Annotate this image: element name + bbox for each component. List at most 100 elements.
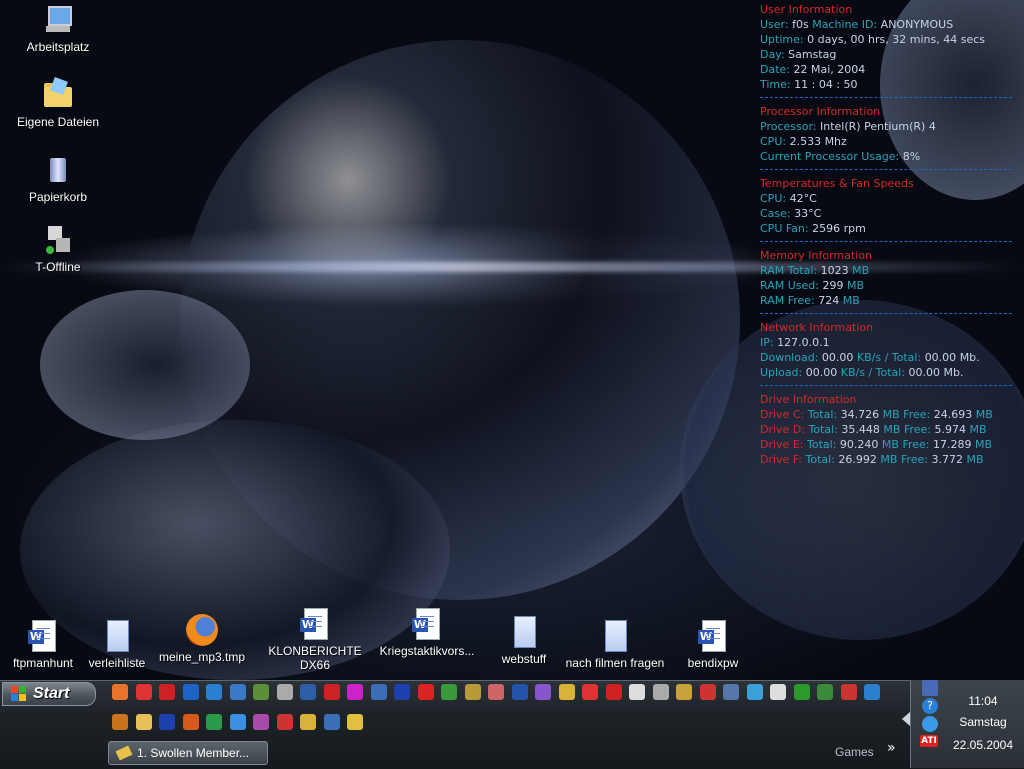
quick-launch-icon[interactable] [840,684,857,700]
quick-launch-icon[interactable] [699,684,716,700]
quick-launch-icon[interactable] [300,684,316,700]
quick-launch-icon[interactable] [417,684,434,700]
quick-launch-icon[interactable] [723,684,739,700]
ati-tray-icon[interactable]: ATI [920,735,938,747]
value: 22 Mai, 2004 [793,63,866,76]
label: Free: [902,438,930,451]
clock-time[interactable]: 11:04 [944,694,1022,708]
monitor-row-drive: Drive E: Total: 90.240 MB Free: 17.289 M… [760,437,1012,452]
quick-launch-icon[interactable] [535,684,551,700]
clock-day[interactable]: Samstag [944,715,1022,729]
quick-launch-icon[interactable] [182,714,199,730]
section-title-drives: Drive Information [760,393,857,406]
desktop-icon-papierkorb[interactable]: Papierkorb [8,154,108,204]
toolbar-games-label[interactable]: Games [835,745,874,759]
quick-launch-icon[interactable] [112,714,128,730]
desktop-icon-kriegstaktik[interactable]: W Kriegstaktikvors... [377,608,477,658]
quick-launch-icon[interactable] [464,684,481,700]
value: 24.693 [933,408,973,421]
toolbar-chevron[interactable]: » [887,740,896,756]
unit: MB [846,279,864,292]
desktop-icon-label: Kriegstaktikvors... [379,644,475,658]
quick-launch-icon[interactable] [582,684,598,700]
monitor-row-uptime: Uptime: 0 days, 00 hrs, 32 mins, 44 secs [760,32,1012,47]
quick-launch-icon[interactable] [253,684,269,700]
quick-launch-icon[interactable] [370,684,387,700]
label: Time: [760,78,791,91]
desktop-icon-label: bendixpw [687,656,739,670]
quick-launch-icon[interactable] [323,684,340,700]
quick-launch-icon[interactable] [441,684,457,700]
desktop-icon-klonberichte[interactable]: W KLONBERICHTE DX66 [265,608,365,672]
quick-launch-icon[interactable] [770,684,786,700]
desktop-icon-bendixpw[interactable]: W bendixpw [663,620,763,670]
desktop-icon-eigene-dateien[interactable]: Eigene Dateien [8,77,108,129]
desktop-icon-nach-filmen-fragen[interactable]: nach filmen fragen [565,620,665,670]
quick-launch-icon[interactable] [135,714,152,730]
label: CPU: [760,192,787,205]
quick-launch-icon[interactable] [864,684,880,700]
value: 5.974 [934,423,967,436]
desktop-icon-arbeitsplatz[interactable]: Arbeitsplatz [8,4,108,54]
quick-launch-icon[interactable] [229,714,246,730]
tray-expand-arrow-icon[interactable] [902,712,910,726]
quick-launch-icon[interactable] [182,684,199,700]
quick-launch-icon[interactable] [206,684,222,700]
quick-launch-icon[interactable] [488,684,504,700]
wallpaper-bubble [40,290,250,440]
unit: MB [852,264,870,277]
drive-name: Drive D: [760,423,805,436]
quick-launch-icon[interactable] [605,684,622,700]
clock-date[interactable]: 22.05.2004 [944,738,1022,752]
quick-launch-icon[interactable] [135,684,152,700]
quick-launch-icon[interactable] [347,684,363,700]
quick-launch-icon[interactable] [511,684,528,700]
internet-tray-icon[interactable] [922,716,938,732]
quick-launch-icon[interactable] [793,684,810,700]
monitor-row-usage: Current Processor Usage: 8% [760,149,1012,164]
help-tray-icon[interactable]: ? [922,698,938,714]
quick-launch-icon[interactable] [676,684,692,700]
quick-launch-icon[interactable] [323,714,340,730]
quick-launch-icon[interactable] [652,684,669,700]
quick-launch-icon[interactable] [112,684,128,700]
quick-launch-icon[interactable] [629,684,645,700]
quick-launch-icon[interactable] [159,714,175,730]
quick-launch-icon[interactable] [276,684,293,700]
quick-launch-icon[interactable] [159,684,175,700]
unit: Mb. [943,366,964,379]
network-tray-icon[interactable] [922,680,938,696]
desktop-icon-webstuff[interactable]: webstuff [474,616,574,666]
text-document-icon [599,620,631,652]
quick-launch-icon[interactable] [253,714,269,730]
quick-launch-icon[interactable] [558,684,575,700]
divider [760,97,1012,99]
label: Case: [760,207,791,220]
text-document-icon [101,620,133,652]
quick-launch-icon[interactable] [276,714,293,730]
label: Free: [903,408,931,421]
value: 299 [822,279,844,292]
desktop-icon-meine-mp3[interactable]: meine_mp3.tmp [152,614,252,664]
value: Samstag [788,48,837,61]
section-title-temperatures: Temperatures & Fan Speeds [760,177,914,190]
desktop-icon-t-offline[interactable]: T-Offline [8,224,108,274]
value: 42°C [789,192,817,205]
divider [760,385,1012,387]
unit: MB [842,294,860,307]
value: 33°C [794,207,822,220]
monitor-row-date: Date: 22 Mai, 2004 [760,62,1012,77]
quick-launch-icon[interactable] [229,684,246,700]
value: 00.00 [821,351,854,364]
quick-launch-icon[interactable] [206,714,222,730]
quick-launch-icon[interactable] [394,684,410,700]
quick-launch-icon[interactable] [347,714,363,730]
taskbar-window-button[interactable]: 1. Swollen Member... [108,741,268,765]
quick-launch-icon[interactable] [300,714,316,730]
value: 0 days, 00 hrs, 32 mins, 44 secs [807,33,985,46]
unit: MB [883,423,901,436]
quick-launch-icon[interactable] [746,684,763,700]
quick-launch-icon[interactable] [817,684,833,700]
start-button[interactable]: Start [2,682,96,706]
desktop-icon-label: T-Offline [35,260,81,274]
